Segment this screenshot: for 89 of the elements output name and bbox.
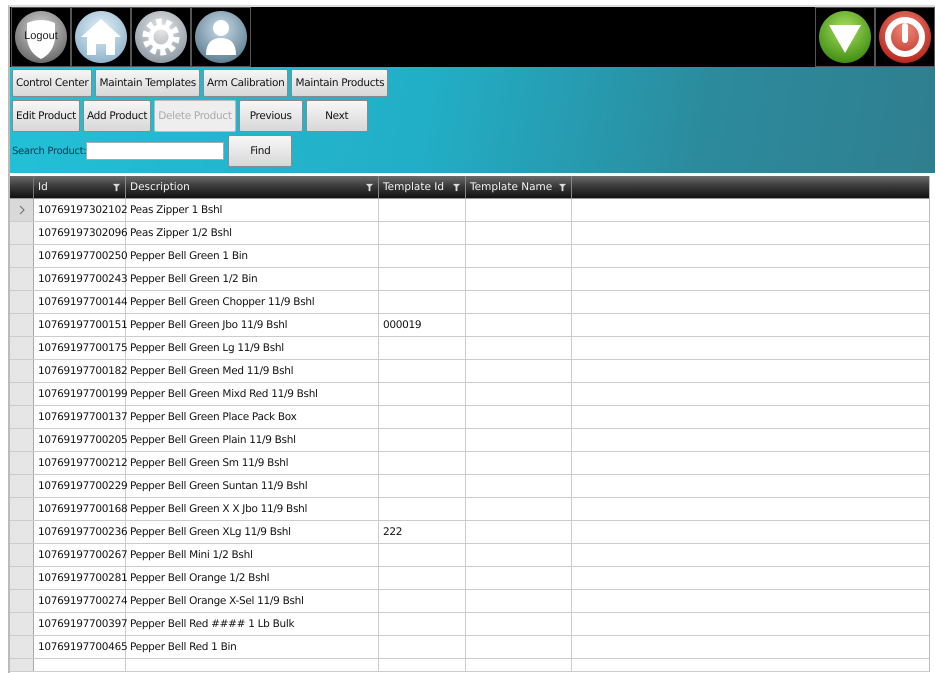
- table-cell: 10769197700243: [34, 268, 126, 290]
- table-cell: Pepper Bell Green 1 Bin: [126, 245, 379, 267]
- table-cell: 10769197700281: [34, 567, 126, 589]
- table-cell: Pepper Bell Orange 1/2 Bshl: [126, 567, 379, 589]
- table-cell: 10769197700144: [34, 291, 126, 313]
- table-cell: Pepper Bell Green X X Jbo 11/9 Bshl: [126, 498, 379, 520]
- row-header[interactable]: [10, 268, 34, 290]
- table-cell: Pepper Bell Green Suntan 11/9 Bshl: [126, 475, 379, 497]
- action-button[interactable]: Previous: [238, 100, 303, 132]
- row-header[interactable]: [10, 544, 34, 566]
- table-cell: Pepper Bell Green Plain 11/9 Bshl: [126, 429, 379, 451]
- row-header[interactable]: [10, 590, 34, 612]
- nav-button[interactable]: Maintain Products: [291, 69, 388, 97]
- table-cell: Peas Zipper 1 Bshl: [126, 199, 379, 221]
- table-cell: Peas Zipper 1/2 Bshl: [126, 222, 379, 244]
- row-header[interactable]: [10, 659, 34, 671]
- nav-button[interactable]: Control Center: [12, 69, 92, 97]
- table-cell: Pepper Bell Green Sm 11/9 Bshl: [126, 452, 379, 474]
- row-header[interactable]: [10, 383, 34, 405]
- table-cell: Pepper Bell Green Place Pack Box: [126, 406, 379, 428]
- filter-icon[interactable]: [558, 182, 567, 192]
- action-button[interactable]: Edit Product: [12, 100, 80, 132]
- table-cell: Pepper Bell Green Mixd Red 11/9 Bshl: [126, 383, 379, 405]
- action-button[interactable]: Add Product: [82, 100, 152, 132]
- column-header[interactable]: Template Name: [466, 176, 572, 198]
- table-cell: 10769197700250: [34, 245, 126, 267]
- table-cell: 10769197302102: [34, 199, 126, 221]
- row-header[interactable]: [10, 291, 34, 313]
- nav-button[interactable]: Maintain Templates: [95, 69, 200, 97]
- row-header[interactable]: [10, 337, 34, 359]
- table-cell: 10769197700274: [34, 590, 126, 612]
- table-cell: 10769197700212: [34, 452, 126, 474]
- table-cell: 10769197700267: [34, 544, 126, 566]
- row-header[interactable]: [10, 521, 34, 543]
- filter-icon[interactable]: [112, 182, 121, 192]
- down-arrow-button[interactable]: [815, 7, 875, 67]
- caret-icon: [18, 205, 26, 215]
- filter-icon[interactable]: [452, 182, 461, 192]
- search-field[interactable]: [86, 142, 224, 160]
- row-header[interactable]: [10, 613, 34, 635]
- find-button[interactable]: Find: [228, 135, 292, 167]
- logout-button[interactable]: Logout: [11, 7, 71, 67]
- table-cell: 10769197700465: [34, 636, 126, 658]
- table-cell: 10769197700151: [34, 314, 126, 336]
- table-cell: 10769197700229: [34, 475, 126, 497]
- row-header[interactable]: [10, 245, 34, 267]
- table-cell: 10769197700137: [34, 406, 126, 428]
- table-cell: Pepper Bell Green 1/2 Bin: [126, 268, 379, 290]
- row-header[interactable]: [10, 314, 34, 336]
- settings-button[interactable]: [131, 7, 191, 67]
- row-header[interactable]: [10, 406, 34, 428]
- table-cell: 10769197700199: [34, 383, 126, 405]
- nav-button[interactable]: Arm Calibration: [202, 69, 288, 97]
- table-cell: Pepper Bell Red #### 1 Lb Bulk: [126, 613, 379, 635]
- row-header[interactable]: [10, 199, 34, 221]
- home-button[interactable]: [71, 7, 131, 67]
- table-cell: 222: [379, 521, 466, 543]
- column-header[interactable]: Template Id: [379, 176, 466, 198]
- table-cell: 10769197302096: [34, 222, 126, 244]
- table-cell: Pepper Bell Green Chopper 11/9 Bshl: [126, 291, 379, 313]
- table-cell: Pepper Bell Green Jbo 11/9 Bshl: [126, 314, 379, 336]
- search-label: Search Product:: [12, 146, 86, 156]
- row-header[interactable]: [10, 452, 34, 474]
- table-cell: 10769197700182: [34, 360, 126, 382]
- row-header[interactable]: [10, 498, 34, 520]
- table-cell: 000019: [379, 314, 466, 336]
- table-cell: Pepper Bell Mini 1/2 Bshl: [126, 544, 379, 566]
- row-header[interactable]: [10, 360, 34, 382]
- column-header[interactable]: Id: [34, 176, 126, 198]
- row-header[interactable]: [10, 475, 34, 497]
- table-cell: 10769197700397: [34, 613, 126, 635]
- row-header[interactable]: [10, 636, 34, 658]
- row-header[interactable]: [10, 222, 34, 244]
- power-button[interactable]: [875, 7, 935, 67]
- table-cell: Pepper Bell Orange X-Sel 11/9 Bshl: [126, 590, 379, 612]
- table-cell: 10769197700168: [34, 498, 126, 520]
- filter-icon[interactable]: [365, 182, 374, 192]
- table-cell: 10769197700175: [34, 337, 126, 359]
- row-header[interactable]: [10, 567, 34, 589]
- table-cell: Pepper Bell Green XLg 11/9 Bshl: [126, 521, 379, 543]
- column-header[interactable]: Description: [126, 176, 379, 198]
- user-button[interactable]: [191, 7, 251, 67]
- action-button[interactable]: Next: [306, 100, 368, 132]
- row-header[interactable]: [10, 429, 34, 451]
- table-cell: Pepper Bell Green Med 11/9 Bshl: [126, 360, 379, 382]
- table-cell: Pepper Bell Green Lg 11/9 Bshl: [126, 337, 379, 359]
- table-cell: 10769197700236: [34, 521, 126, 543]
- table-cell: 10769197700205: [34, 429, 126, 451]
- table-cell: Pepper Bell Red 1 Bin: [126, 636, 379, 658]
